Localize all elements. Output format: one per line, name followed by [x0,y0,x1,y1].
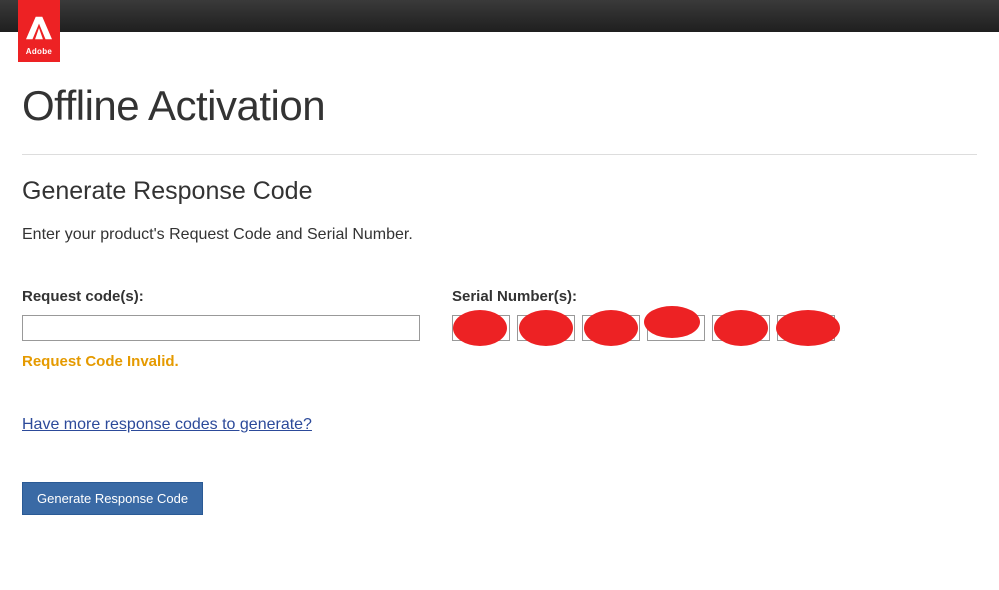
redaction-mark [519,310,573,346]
serial-segment-4[interactable] [647,315,705,341]
instruction-text: Enter your product's Request Code and Se… [22,226,977,244]
top-bar [0,0,999,32]
serial-number-label: Serial Number(s): [452,288,977,305]
more-codes-link[interactable]: Have more response codes to generate? [22,416,312,434]
section-heading: Generate Response Code [22,177,977,206]
serial-segment-2[interactable] [517,315,575,341]
divider [22,154,977,155]
adobe-logo-text: Adobe [26,47,52,56]
adobe-logo: Adobe [18,0,60,62]
redaction-mark [453,310,507,346]
serial-segment-1[interactable] [452,315,510,341]
adobe-a-icon [26,8,52,47]
redaction-mark [776,310,840,346]
serial-segment-3[interactable] [582,315,640,341]
request-code-column: Request code(s): Request Code Invalid. [22,288,422,370]
request-code-label: Request code(s): [22,288,422,305]
redaction-mark [644,306,700,338]
serial-boxes [452,315,977,341]
serial-segment-5[interactable] [712,315,770,341]
page-title: Offline Activation [22,82,977,130]
redaction-mark [714,310,768,346]
redaction-mark [584,310,638,346]
generate-response-code-button[interactable]: Generate Response Code [22,482,203,515]
serial-segment-6[interactable] [777,315,835,341]
request-code-error: Request Code Invalid. [22,353,422,370]
serial-number-column: Serial Number(s): [452,288,977,370]
form-row: Request code(s): Request Code Invalid. S… [22,288,977,370]
request-code-input[interactable] [22,315,420,341]
